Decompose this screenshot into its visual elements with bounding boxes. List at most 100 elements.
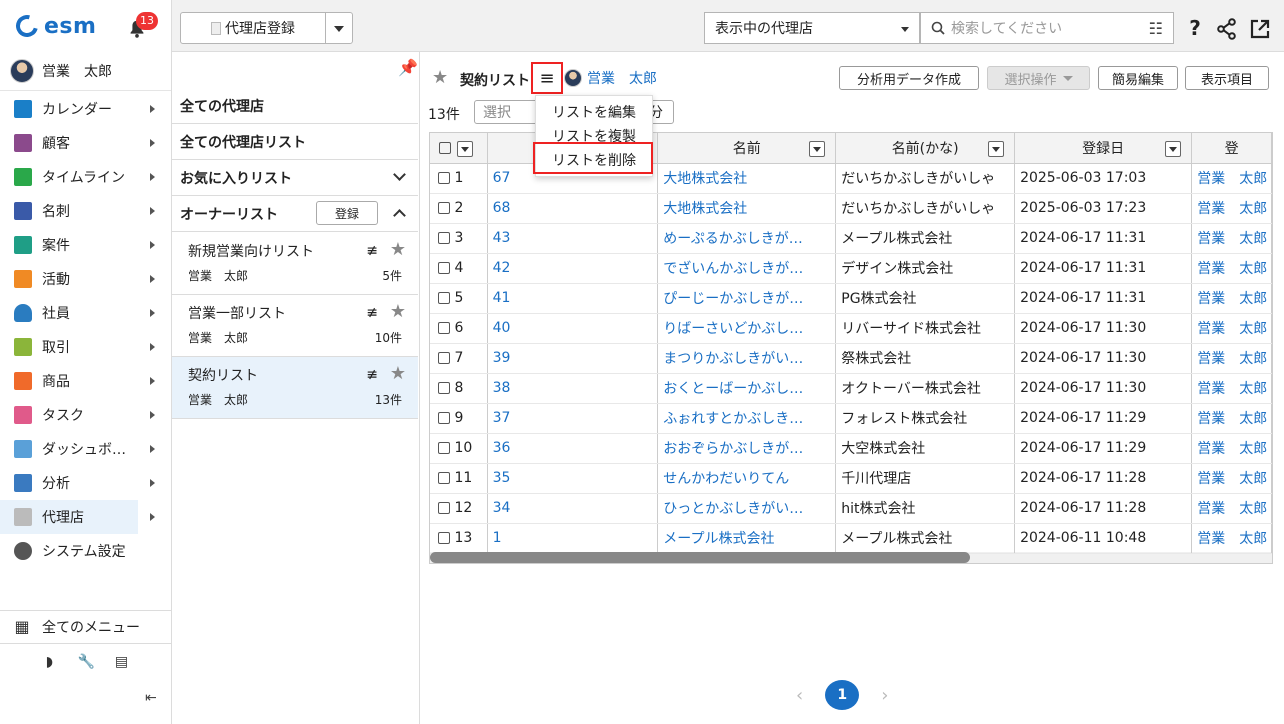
row-select-cell[interactable]: 1 — [430, 163, 488, 194]
table-row[interactable]: 2 68 大地株式会社 だいちかぶしきがいしゃ 2025-06-03 17:23 営業 太… — [430, 193, 1272, 224]
row-select-cell[interactable]: 5 — [430, 283, 488, 314]
select-all-header[interactable] — [430, 133, 488, 164]
row-id-link[interactable]: 34 — [487, 493, 659, 524]
row-select-cell[interactable]: 2 — [430, 193, 488, 224]
date-filter-icon[interactable] — [1165, 141, 1182, 157]
list-card[interactable]: 契約リスト 営業 太郎 13件 ≢ ★ — [172, 357, 418, 419]
table-row[interactable]: 6 40 りばーさいどかぶし… リバーサイド株式会社 2024-06-17 11:30 営… — [430, 313, 1272, 344]
sidebar-item-clipboard[interactable]: 活動 — [0, 262, 171, 296]
star-icon[interactable]: ★ — [390, 363, 406, 384]
row-checkbox[interactable] — [438, 292, 450, 304]
table-row[interactable]: 12 34 ひっとかぶしきがい… hit株式会社 2024-06-17 11:28 営業 … — [430, 493, 1272, 524]
analysis-data-button[interactable]: 分析用データ作成 — [839, 66, 979, 90]
app-logo[interactable]: esm — [11, 10, 96, 42]
owner-header[interactable]: 登 — [1191, 133, 1272, 164]
sidebar-item-person[interactable]: 社員 — [0, 296, 171, 330]
row-owner-link[interactable]: 営業 太郎 — [1191, 313, 1272, 344]
row-name-link[interactable]: めーぷるかぶしきが… — [657, 223, 837, 254]
all-menu-button[interactable]: ▦ 全てのメニュー — [0, 610, 171, 644]
sidebar-item-business-card[interactable]: 名刺 — [0, 194, 171, 228]
row-select-cell[interactable]: 7 — [430, 343, 488, 374]
list-card[interactable]: 新規営業向けリスト 営業 太郎 5件 ≢ ★ — [172, 233, 418, 295]
row-name-link[interactable]: おおぞらかぶしきが… — [657, 433, 837, 464]
row-checkbox[interactable] — [438, 472, 450, 484]
display-columns-button[interactable]: 表示項目 — [1185, 66, 1269, 90]
row-select-cell[interactable]: 6 — [430, 313, 488, 344]
row-id-link[interactable]: 38 — [487, 373, 659, 404]
search-box[interactable]: ☷ — [920, 12, 1174, 44]
row-name-link[interactable]: でざいんかぶしきが… — [657, 253, 837, 284]
current-user[interactable]: 営業 太郎 — [10, 58, 112, 84]
row-select-cell[interactable]: 4 — [430, 253, 488, 284]
row-select-cell[interactable]: 3 — [430, 223, 488, 254]
row-name-link[interactable]: メープル株式会社 — [657, 523, 837, 554]
row-owner-link[interactable]: 営業 太郎 — [1191, 373, 1272, 404]
table-row[interactable]: 4 42 でざいんかぶしきが… デザイン株式会社 2024-06-17 11:31 営業 … — [430, 253, 1272, 284]
name-header[interactable]: 名前 — [657, 133, 837, 164]
table-icon[interactable]: ▤ — [114, 654, 130, 670]
row-checkbox[interactable] — [438, 502, 450, 514]
wrench-icon[interactable]: 🔧 — [78, 654, 95, 670]
sidebar-item-dashboard[interactable]: ダッシュボ… — [0, 432, 171, 466]
sidebar-item-task-check[interactable]: タスク — [0, 398, 171, 432]
kana-header[interactable]: 名前(かな) — [835, 133, 1016, 164]
row-name-link[interactable]: 大地株式会社 — [657, 163, 837, 194]
horizontal-scrollbar-thumb[interactable] — [430, 552, 970, 563]
row-owner-link[interactable]: 営業 太郎 — [1191, 223, 1272, 254]
sidebar-item-document[interactable]: 取引 — [0, 330, 171, 364]
row-select-cell[interactable]: 8 — [430, 373, 488, 404]
row-name-link[interactable]: りばーさいどかぶし… — [657, 313, 837, 344]
owner-lists-section[interactable]: オーナーリスト — [172, 196, 418, 232]
sidebar-item-building[interactable]: 顧客 — [0, 126, 171, 160]
row-checkbox[interactable] — [438, 172, 450, 184]
row-owner-link[interactable]: 営業 太郎 — [1191, 283, 1272, 314]
table-row[interactable]: 13 1 メープル株式会社 メープル株式会社 2024-06-11 10:48 営業 太郎 — [430, 523, 1272, 554]
row-id-link[interactable]: 1 — [487, 523, 659, 554]
row-select-cell[interactable]: 9 — [430, 403, 488, 434]
sidebar-item-calendar[interactable]: カレンダー — [0, 92, 171, 126]
row-name-link[interactable]: おくとーばーかぶし… — [657, 373, 837, 404]
row-checkbox[interactable] — [438, 202, 450, 214]
edit-list-item[interactable]: リストを編集 — [536, 100, 652, 124]
sidebar-item-chat[interactable]: タイムライン — [0, 160, 171, 194]
row-select-cell[interactable]: 11 — [430, 463, 488, 494]
row-name-link[interactable]: せんかわだいりてん — [657, 463, 837, 494]
row-select-cell[interactable]: 12 — [430, 493, 488, 524]
row-owner-link[interactable]: 営業 太郎 — [1191, 463, 1272, 494]
row-name-link[interactable]: ぴーじーかぶしきが… — [657, 283, 837, 314]
share-icon[interactable] — [1216, 18, 1238, 40]
select-all-checkbox[interactable] — [439, 141, 451, 154]
current-page[interactable]: 1 — [825, 680, 860, 710]
row-checkbox[interactable] — [438, 532, 450, 544]
star-icon[interactable]: ★ — [390, 301, 406, 322]
row-id-link[interactable]: 43 — [487, 223, 659, 254]
prev-page-icon[interactable]: ‹ — [796, 685, 803, 706]
sidebar-item-folder[interactable]: 案件 — [0, 228, 171, 262]
list-menu-button[interactable]: ≡ — [531, 62, 563, 94]
quick-edit-button[interactable]: 簡易編集 — [1098, 66, 1178, 90]
row-owner-link[interactable]: 営業 太郎 — [1191, 433, 1272, 464]
edit-list-icon[interactable]: ≢ — [366, 243, 378, 259]
row-owner-link[interactable]: 営業 太郎 — [1191, 163, 1272, 194]
favorites-section[interactable]: お気に入りリスト — [172, 160, 418, 196]
row-owner-link[interactable]: 営業 太郎 — [1191, 523, 1272, 554]
row-id-link[interactable]: 68 — [487, 193, 659, 224]
table-row[interactable]: 7 39 まつりかぶしきがい… 祭株式会社 2024-06-17 11:30 営業 太郎 — [430, 343, 1272, 374]
search-input[interactable] — [951, 20, 1131, 36]
bookmark-icon[interactable]: ◗ — [42, 654, 58, 670]
list-owner-link[interactable]: 営業 太郎 — [564, 68, 657, 88]
table-row[interactable]: 10 36 おおぞらかぶしきが… 大空株式会社 2024-06-17 11:29 営業 太… — [430, 433, 1272, 464]
sidebar-item-box[interactable]: 商品 — [0, 364, 171, 398]
scope-select[interactable]: 表示中の代理店 — [704, 12, 920, 44]
row-id-link[interactable]: 39 — [487, 343, 659, 374]
row-owner-link[interactable]: 営業 太郎 — [1191, 253, 1272, 284]
help-icon[interactable]: ? — [1183, 16, 1207, 40]
row-owner-link[interactable]: 営業 太郎 — [1191, 403, 1272, 434]
filter-settings-icon[interactable]: ☷ — [1149, 19, 1163, 38]
pin-icon[interactable]: 📌 — [398, 58, 418, 77]
star-icon[interactable]: ★ — [432, 67, 448, 88]
row-owner-link[interactable]: 営業 太郎 — [1191, 493, 1272, 524]
collapse-sidebar-icon[interactable]: ⇤ — [145, 690, 157, 706]
header-menu-icon[interactable] — [456, 141, 473, 157]
row-select-cell[interactable]: 13 — [430, 523, 488, 554]
